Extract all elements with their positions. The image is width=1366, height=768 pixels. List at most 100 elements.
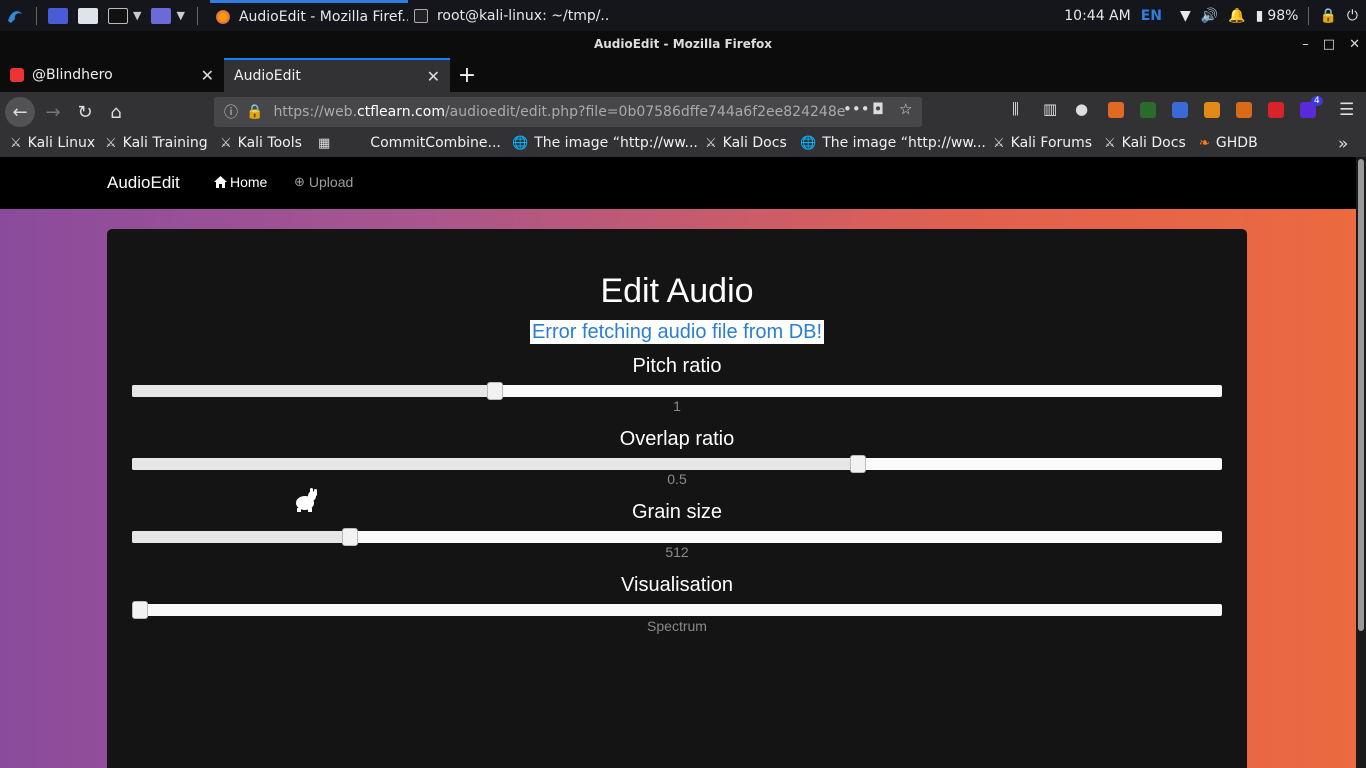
wifi-icon[interactable]: ▼ bbox=[1180, 8, 1191, 24]
slider-handle[interactable] bbox=[132, 601, 148, 619]
system-panel: ▼ ▼ AudioEdit - Mozilla Firef... root@ka… bbox=[0, 0, 1366, 31]
kali-menu-icon[interactable] bbox=[0, 0, 30, 31]
site-brand[interactable]: AudioEdit bbox=[107, 173, 180, 193]
close-tab-icon[interactable]: ✕ bbox=[201, 66, 214, 85]
bookmark-item[interactable]: 🌐 The image “http://ww... bbox=[800, 135, 986, 151]
overlap-ratio-label: Overlap ratio bbox=[619, 428, 735, 450]
edit-audio-panel: Edit Audio Error fetching audio file fro… bbox=[107, 229, 1247, 768]
reload-button[interactable]: ↻ bbox=[70, 97, 100, 127]
nav-upload-label: Upload bbox=[308, 174, 354, 190]
notification-bell-icon[interactable]: 🔔 bbox=[1228, 8, 1245, 24]
bookmark-label: The image “http://ww... bbox=[534, 135, 698, 151]
taskbar-item-firefox[interactable]: AudioEdit - Mozilla Firef... bbox=[209, 0, 408, 31]
grain-size-slider[interactable] bbox=[132, 528, 1222, 546]
taskbar-item-terminal[interactable]: root@kali-linux: ~/tmp/... bbox=[408, 0, 608, 31]
volume-icon[interactable]: 🔊 bbox=[1201, 8, 1218, 24]
url-bar[interactable]: ⓘ 🔒 https://web.ctflearn.com/audioedit/e… bbox=[214, 97, 922, 127]
sidebar-icon[interactable]: ▥ bbox=[1043, 100, 1057, 118]
kali-dragon-icon: ⚔ bbox=[220, 135, 232, 151]
extension-s-icon[interactable] bbox=[1204, 102, 1220, 118]
bookmark-label: The image “http://ww... bbox=[822, 135, 986, 151]
taskbar-item-label: root@kali-linux: ~/tmp/... bbox=[436, 7, 608, 24]
error-message-wrap: Error fetching audio file from DB! bbox=[107, 320, 1247, 344]
bookmark-item[interactable]: ⚔ Kali Tools bbox=[220, 135, 302, 151]
library-icon[interactable]: ⫼ bbox=[1012, 100, 1019, 118]
grain-size-label: Grain size bbox=[631, 501, 723, 523]
keyboard-layout[interactable]: EN bbox=[1141, 8, 1162, 24]
power-icon[interactable]: ⏻ bbox=[1347, 8, 1358, 24]
back-button[interactable]: ← bbox=[5, 97, 35, 127]
chevron-down-icon[interactable]: ▼ bbox=[133, 9, 141, 22]
bookmark-label: Kali Linux bbox=[27, 135, 96, 151]
chevron-down-icon[interactable]: ▼ bbox=[176, 9, 184, 22]
slider-fill bbox=[132, 385, 495, 397]
bookmark-star-icon[interactable]: ☆ bbox=[899, 100, 912, 118]
maximize-icon[interactable]: □ bbox=[1323, 31, 1335, 58]
overlap-ratio-slider[interactable] bbox=[132, 455, 1222, 473]
account-icon[interactable]: ● bbox=[1075, 100, 1088, 118]
bookmark-label: Kali Docs bbox=[722, 135, 787, 151]
kali-dragon-icon: ⚔ bbox=[10, 135, 22, 151]
menu-icon[interactable]: ☰ bbox=[1339, 100, 1354, 120]
firefox-icon bbox=[215, 10, 230, 24]
tab-audioedit[interactable]: AudioEdit ✕ bbox=[224, 58, 450, 92]
mouse-cursor-icon bbox=[296, 488, 317, 512]
forward-button[interactable]: → bbox=[38, 97, 68, 127]
window-titlebar: AudioEdit - Mozilla Firefox – □ ✕ bbox=[0, 31, 1366, 58]
terminal-icon[interactable] bbox=[108, 7, 128, 24]
padlock-icon[interactable]: 🔒 bbox=[246, 104, 263, 120]
page-actions-icon[interactable]: ••• bbox=[843, 100, 870, 118]
home-button[interactable]: ⌂ bbox=[101, 97, 131, 127]
nav-upload-link[interactable]: ⊕ Upload bbox=[294, 174, 353, 190]
scrollbar-thumb[interactable] bbox=[1358, 159, 1364, 631]
extension-translate-icon[interactable] bbox=[1172, 102, 1188, 118]
bookmark-item[interactable]: ⚔ Kali Docs bbox=[1104, 135, 1186, 151]
site-navbar: AudioEdit Home ⊕ Upload bbox=[0, 157, 1356, 209]
bookmark-item[interactable]: ⚔ Kali Docs bbox=[705, 135, 787, 151]
bookmark-item[interactable]: 🌐 The image “http://ww... bbox=[512, 135, 698, 151]
bookmark-label: Kali Docs bbox=[1121, 135, 1186, 151]
bookmark-label: GHDB bbox=[1215, 135, 1258, 151]
grain-size-value: 512 bbox=[665, 544, 689, 560]
desktop-icon[interactable] bbox=[48, 7, 68, 24]
visualisation-slider[interactable] bbox=[132, 601, 1222, 619]
upload-icon: ⊕ bbox=[294, 174, 305, 189]
page-icon: ▦ bbox=[318, 135, 331, 151]
extension-gear-icon[interactable] bbox=[1236, 102, 1252, 118]
bookmark-label: Kali Tools bbox=[237, 135, 302, 151]
bookmark-item[interactable]: ⚔ Kali Forums bbox=[993, 135, 1092, 151]
clock[interactable]: 10:44 AM bbox=[1064, 8, 1130, 24]
pitch-ratio-value: 1 bbox=[673, 398, 681, 414]
bookmark-item[interactable]: ⚔ Kali Linux bbox=[10, 135, 95, 151]
page-scrollbar[interactable] bbox=[1356, 157, 1366, 768]
home-icon bbox=[214, 176, 227, 188]
new-tab-button[interactable]: + bbox=[452, 58, 482, 92]
window-title: AudioEdit - Mozilla Firefox bbox=[593, 37, 773, 51]
pitch-ratio-slider[interactable] bbox=[132, 382, 1222, 400]
extension-lock-icon[interactable] bbox=[1268, 102, 1284, 118]
more-bookmarks-icon[interactable]: » bbox=[1338, 134, 1348, 154]
extension-fox-icon[interactable] bbox=[1108, 102, 1124, 118]
navigation-bar: ← → ↻ ⌂ ⓘ 🔒 https://web.ctflearn.com/aud… bbox=[0, 92, 1366, 132]
nav-home-link[interactable]: Home bbox=[213, 174, 267, 190]
minimize-icon[interactable]: – bbox=[1302, 31, 1309, 58]
bookmark-item[interactable]: ▦ CommitCombine... bbox=[318, 135, 501, 151]
close-icon[interactable]: ✕ bbox=[1349, 31, 1360, 58]
extension-flag-icon[interactable] bbox=[1140, 102, 1156, 118]
battery-icon[interactable]: ▮ bbox=[1256, 8, 1264, 24]
pocket-icon[interactable]: ◘ bbox=[872, 100, 884, 118]
visualisation-value: Spectrum bbox=[647, 618, 707, 634]
site-info-icon[interactable]: ⓘ bbox=[224, 102, 238, 122]
bookmark-item[interactable]: ⚔ Kali Training bbox=[105, 135, 208, 151]
tab-label: @Blindhero bbox=[32, 67, 113, 83]
file-manager-icon[interactable] bbox=[78, 7, 98, 24]
bookmark-item[interactable]: ❧ GHDB bbox=[1199, 135, 1258, 151]
screen-recorder-icon[interactable] bbox=[151, 7, 172, 24]
kali-dragon-icon: ⚔ bbox=[105, 135, 117, 151]
close-tab-icon[interactable]: ✕ bbox=[427, 67, 440, 86]
tab-blindhero[interactable]: @Blindhero ✕ bbox=[0, 58, 224, 92]
lock-icon[interactable]: 🔒 bbox=[1319, 8, 1336, 24]
slider-fill bbox=[132, 458, 858, 470]
error-message: Error fetching audio file from DB! bbox=[529, 320, 825, 344]
kali-dragon-icon: ⚔ bbox=[1104, 135, 1116, 151]
